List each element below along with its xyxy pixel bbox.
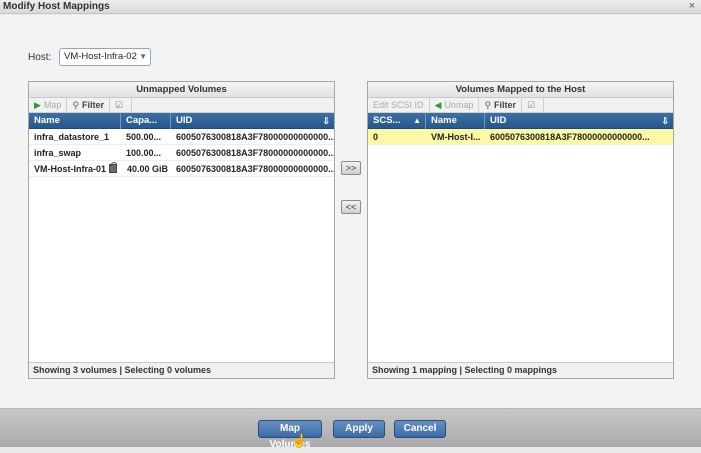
unmapped-volumes-panel: Unmapped Volumes ▶ Map ⚲ Filter ☑ Name C…: [28, 81, 335, 379]
volume-name: VM-Host-I...: [431, 132, 481, 142]
mapped-toolbar: Edit SCSI ID ◀ Unmap ⚲ Filter ☑: [368, 97, 673, 113]
mapped-volumes-panel: Volumes Mapped to the Host Edit SCSI ID …: [367, 81, 674, 379]
edit-scsi-id-button[interactable]: Edit SCSI ID: [368, 97, 430, 113]
map-volumes-button[interactable]: Map Volumes: [258, 420, 322, 450]
table-row[interactable]: VM-Host-Infra-01 40.00 GiB 6005076300818…: [29, 161, 334, 177]
table-row[interactable]: 0 VM-Host-I... 6005076300818A3F780000000…: [368, 129, 673, 145]
lock-icon: [109, 162, 118, 173]
filter-label: Filter: [82, 100, 105, 110]
unmapped-status: Showing 3 volumes | Selecting 0 volumes: [29, 362, 334, 378]
table-row[interactable]: infra_datastore_1 500.00... 600507630081…: [29, 129, 334, 145]
host-select-value: VM-Host-Infra-02: [64, 51, 137, 62]
table-row[interactable]: infra_swap 100.00... 6005076300818A3F780…: [29, 145, 334, 161]
volume-name: infra_datastore_1: [34, 132, 110, 142]
magnifier-icon: ⚲: [72, 99, 80, 110]
column-header-scsi[interactable]: SCS... ▲: [368, 113, 426, 129]
window-title: Modify Host Mappings: [3, 1, 110, 12]
unmapped-grid-header: Name Capa... UID ⇩: [29, 113, 334, 129]
volume-capacity: 100.00...: [126, 148, 162, 158]
map-button[interactable]: ▶ Map: [29, 97, 68, 113]
volume-uid: 6005076300818A3F78000000000000...: [176, 148, 334, 158]
volume-uid: 6005076300818A3F78000000000000...: [176, 132, 334, 142]
unmapped-toolbar: ▶ Map ⚲ Filter ☑: [29, 97, 334, 113]
column-menu-icon[interactable]: ⇩: [322, 113, 330, 129]
panel-title: Unmapped Volumes: [29, 82, 334, 98]
column-header-name[interactable]: Name: [29, 113, 121, 129]
column-header-uid-label: UID: [490, 115, 507, 126]
column-header-scsi-label: SCS...: [373, 115, 401, 126]
checkbox-icon: ☑: [115, 99, 124, 110]
host-select[interactable]: VM-Host-Infra-02 ▼: [59, 48, 151, 66]
select-all-button[interactable]: ☑: [110, 97, 133, 113]
checkbox-icon: ☑: [527, 99, 536, 110]
column-header-uid[interactable]: UID ⇩: [485, 113, 673, 129]
panel-title: Volumes Mapped to the Host: [368, 82, 673, 98]
filter-button[interactable]: ⚲ Filter: [479, 97, 523, 113]
cancel-button[interactable]: Cancel: [394, 420, 446, 438]
column-menu-icon[interactable]: ⇩: [661, 113, 669, 129]
host-label: Host:: [28, 52, 52, 63]
volume-uid: 6005076300818A3F78000000000000...: [176, 164, 334, 174]
select-all-button[interactable]: ☑: [522, 97, 545, 113]
column-header-name[interactable]: Name: [426, 113, 485, 129]
unmap-label: Unmap: [444, 100, 474, 110]
filter-label: Filter: [494, 100, 517, 110]
apply-button[interactable]: Apply: [333, 420, 385, 438]
arrow-left-icon: ◀: [434, 99, 442, 110]
edit-scsi-id-label: Edit SCSI ID: [373, 100, 424, 110]
mapped-status: Showing 1 mapping | Selecting 0 mappings: [368, 362, 673, 378]
title-bar: Modify Host Mappings ×: [0, 0, 701, 14]
volume-uid: 6005076300818A3F78000000000000...: [490, 132, 650, 142]
volume-capacity: 500.00...: [126, 132, 162, 142]
map-label: Map: [43, 100, 62, 110]
move-right-button[interactable]: >>: [341, 161, 361, 175]
column-header-uid[interactable]: UID ⇩: [171, 113, 334, 129]
column-header-uid-label: UID: [176, 115, 193, 126]
close-icon[interactable]: ×: [689, 0, 695, 12]
chevron-down-icon: ▼: [139, 52, 147, 61]
magnifier-icon: ⚲: [484, 99, 492, 110]
volume-capacity: 40.00 GiB: [126, 164, 168, 174]
move-left-button[interactable]: <<: [341, 200, 361, 214]
unmap-button[interactable]: ◀ Unmap: [430, 97, 480, 113]
column-header-capacity[interactable]: Capa...: [121, 113, 171, 129]
filter-button[interactable]: ⚲ Filter: [67, 97, 111, 113]
volume-name: infra_swap: [34, 148, 82, 158]
volume-name-cell: VM-Host-Infra-01: [29, 161, 121, 177]
scsi-id: 0: [373, 132, 379, 142]
mapped-grid-header: SCS... ▲ Name UID ⇩: [368, 113, 673, 129]
arrow-right-icon: ▶: [34, 99, 41, 110]
volume-name: VM-Host-Infra-01: [34, 164, 107, 174]
sort-ascending-icon: ▲: [413, 116, 421, 125]
